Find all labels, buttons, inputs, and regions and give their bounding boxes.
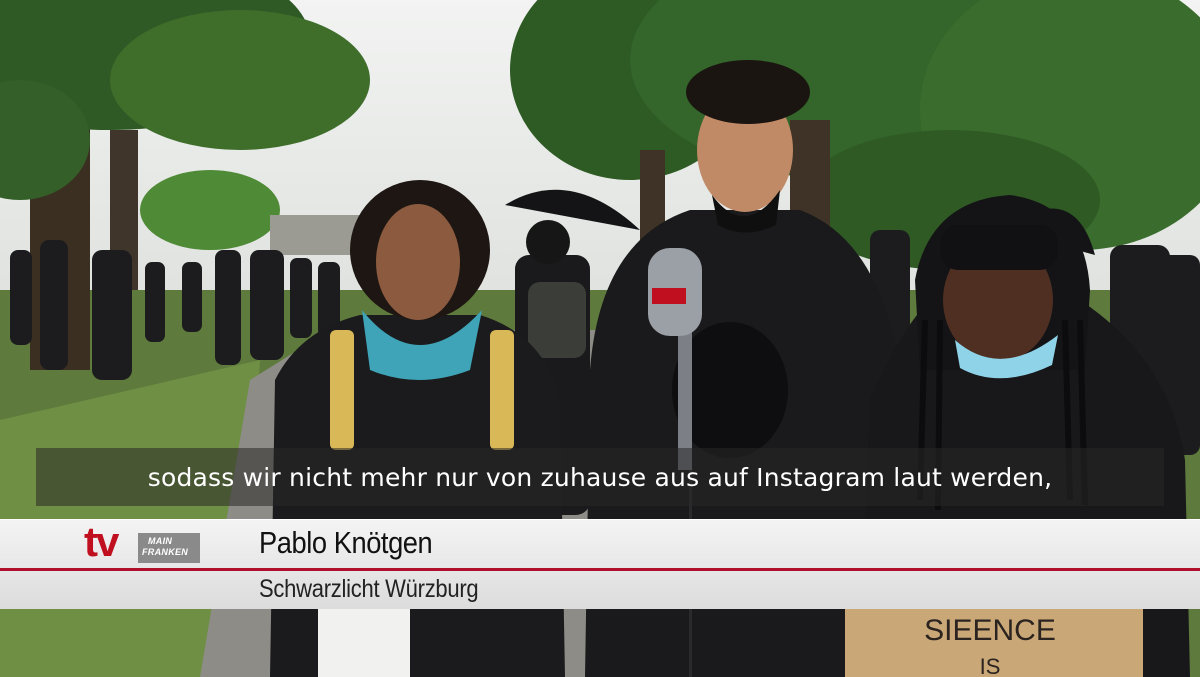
subtitle-caption: sodass wir nicht mehr nur von zuhause au… <box>36 448 1164 506</box>
lower-third-top-line <box>0 519 1200 520</box>
lower-third-accent-line <box>0 568 1200 571</box>
lower-third: tv MAIN FRANKEN Pablo Knötgen Schwarzlic… <box>0 519 1200 609</box>
logo-mark: tv <box>84 518 119 565</box>
protest-sign: SIEENCE IS <box>845 608 1143 677</box>
speaker-name: Pablo Knötgen <box>259 525 433 560</box>
logo-line2: FRANKEN <box>142 547 189 557</box>
tv-mainfranken-logo: tv MAIN FRANKEN <box>84 519 204 565</box>
logo-line1: MAIN <box>148 536 173 546</box>
speaker-organization: Schwarzlicht Würzburg <box>259 575 479 603</box>
video-frame: SIEENCE IS sodass wir nicht mehr nur von… <box>0 0 1200 677</box>
sign-text-2: IS <box>980 654 1001 677</box>
sign-text: SIEENCE <box>924 614 1056 647</box>
